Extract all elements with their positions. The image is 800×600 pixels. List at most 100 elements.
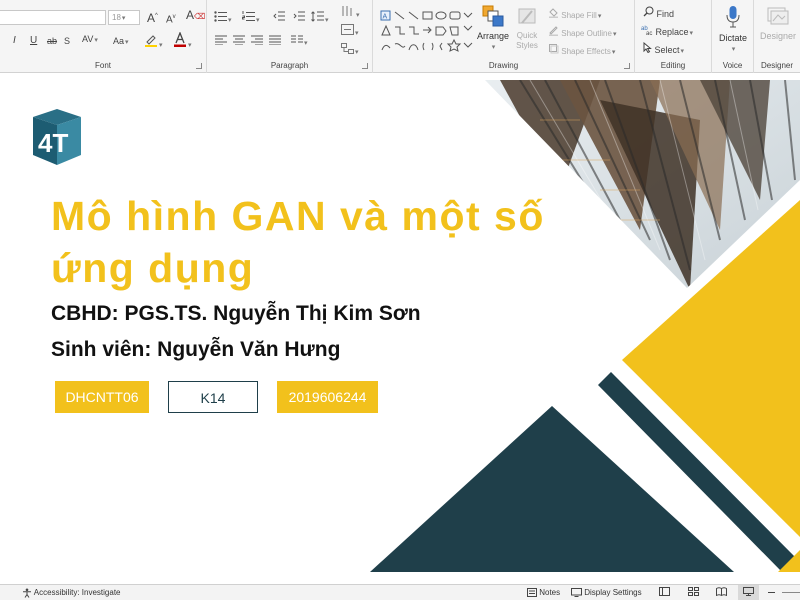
teal-triangle-shape [370, 406, 734, 572]
slide-sorter-button[interactable] [688, 587, 699, 599]
arrange-label: Arrange [476, 31, 510, 41]
shape-outline-button[interactable]: Shape Outline▾ [548, 25, 616, 41]
font-group: 18▾ A^ Av A⌫ I U ab S AV▾ Aa▾ ▾ ▾ Font [0, 0, 207, 73]
align-text-button[interactable]: ▾ [341, 24, 359, 40]
minus-icon [768, 592, 775, 594]
accessibility-status[interactable]: Accessibility: Investigate [22, 587, 120, 598]
class-tag[interactable]: DHCNTT06 [55, 381, 149, 413]
font-group-label: Font [94, 61, 111, 70]
smartart-icon [341, 43, 354, 54]
designer-group: Designer Designer [754, 0, 800, 73]
slide-background-graphics [370, 80, 800, 572]
slide-title[interactable]: Mô hình GAN và một số ứng dụng [51, 190, 611, 294]
decrease-indent-button[interactable] [273, 11, 285, 26]
designer-icon [767, 7, 789, 25]
logo-text: 4T [38, 128, 68, 158]
arrange-button[interactable]: Arrange ▾ [476, 5, 510, 51]
paragraph-group: ▾ ▾ ▾ ▾ ▾ ▾ ▾ Paragraph [207, 0, 373, 73]
font-size-value: 18 [112, 13, 121, 22]
cursor-arrow-icon [643, 41, 652, 54]
decrease-indent-icon [273, 11, 285, 21]
paragraph-group-label: Paragraph [270, 61, 309, 70]
increase-indent-button[interactable] [293, 11, 305, 26]
align-left-icon [215, 35, 227, 46]
slide-sorter-icon [688, 587, 699, 596]
justify-button[interactable] [269, 35, 281, 49]
notes-label: Notes [539, 588, 561, 597]
advisor-text[interactable]: CBHD: PGS.TS. Nguyễn Thị Kim Sơn [51, 302, 421, 326]
shapes-gallery-icons: A [380, 10, 473, 52]
dictate-button[interactable]: Dictate ▾ [714, 5, 752, 53]
text-direction-button[interactable]: ▾ [341, 5, 360, 22]
shape-fill-button[interactable]: Shape Fill▾ [548, 7, 601, 23]
shapes-gallery[interactable]: A [380, 10, 474, 54]
font-color-button[interactable]: ▾ [173, 31, 192, 52]
reading-view-button[interactable] [716, 587, 727, 599]
align-right-icon [251, 35, 263, 46]
slide-canvas[interactable]: 4T Mô hình GAN và một số ứng dụng CBHD: … [0, 80, 800, 572]
svg-text:A: A [383, 14, 388, 21]
highlighter-icon [145, 35, 157, 47]
align-center-button[interactable] [233, 35, 245, 49]
italic-button[interactable]: I [13, 35, 16, 47]
underline-button[interactable]: U [30, 35, 37, 47]
text-direction-icon [342, 6, 352, 16]
line-spacing-button[interactable]: ▾ [311, 11, 329, 27]
student-text[interactable]: Sinh viên: Nguyễn Văn Hưng [51, 338, 340, 362]
find-button[interactable]: Find [643, 6, 674, 20]
display-settings-button[interactable]: Display Settings [571, 587, 642, 598]
text-shadow-button[interactable]: S [64, 35, 70, 47]
notes-button[interactable]: Notes [527, 587, 560, 598]
zoom-slider[interactable] [782, 592, 800, 593]
align-right-button[interactable] [251, 35, 263, 49]
ribbon: 18▾ A^ Av A⌫ I U ab S AV▾ Aa▾ ▾ ▾ Font ▾… [0, 0, 800, 73]
voice-group: Dictate ▾ Voice [712, 0, 754, 73]
columns-icon [291, 35, 303, 43]
drawing-group-label: Drawing [488, 61, 519, 70]
strikethrough-button[interactable]: ab [47, 35, 57, 47]
normal-view-icon [659, 587, 670, 596]
designer-button[interactable]: Designer [758, 5, 798, 41]
font-size-combo[interactable]: 18▾ [108, 10, 140, 25]
display-settings-icon [571, 588, 582, 598]
increase-indent-icon [293, 11, 305, 21]
voice-group-label: Voice [722, 61, 743, 70]
numbering-button[interactable]: ▾ [242, 11, 260, 27]
status-bar: Accessibility: Investigate Notes Display… [0, 584, 800, 600]
select-button[interactable]: Select▾ [643, 41, 684, 58]
decrease-font-size-button[interactable]: Av [166, 11, 176, 26]
align-text-icon [341, 24, 354, 35]
shape-outline-label: Shape Outline [561, 29, 612, 38]
shape-effects-button[interactable]: Shape Effects▾ [548, 43, 615, 59]
font-dialog-launcher[interactable] [196, 63, 202, 69]
accessibility-label: Accessibility: Investigate [33, 588, 121, 597]
pen-icon [549, 26, 558, 36]
cohort-tag[interactable]: K14 [168, 381, 258, 413]
highlight-color-button[interactable]: ▾ [144, 33, 163, 52]
font-name-combo[interactable] [0, 10, 106, 25]
smartart-button[interactable]: ▾ [341, 43, 359, 59]
increase-font-size-button[interactable]: A^ [147, 10, 158, 24]
drawing-group: A Arrange ▾ Quick Styles Shape Fill▾ Sha… [373, 0, 635, 73]
paragraph-dialog-launcher[interactable] [362, 63, 368, 69]
quick-styles-button[interactable]: Quick Styles [513, 5, 541, 51]
justify-icon [269, 35, 281, 46]
replace-button[interactable]: ab ac Replace▾ [641, 24, 693, 40]
student-id-tag[interactable]: 2019606244 [277, 381, 378, 413]
align-left-button[interactable] [215, 35, 227, 49]
zoom-out-button[interactable] [768, 587, 775, 598]
drawing-dialog-launcher[interactable] [624, 63, 630, 69]
slide-show-button[interactable] [738, 585, 759, 600]
font-color-icon [174, 31, 186, 47]
quick-styles-label: Quick Styles [516, 31, 538, 50]
microphone-icon [726, 6, 740, 28]
bullets-button[interactable]: ▾ [214, 11, 232, 27]
slide-title-line-2: ứng dụng [51, 245, 255, 291]
clear-formatting-button[interactable]: A⌫ [186, 9, 205, 23]
replace-label: Replace [655, 27, 689, 37]
dictate-label: Dictate [718, 33, 747, 43]
character-spacing-button[interactable]: AV▾ [82, 33, 98, 47]
normal-view-button[interactable] [659, 587, 670, 599]
columns-button[interactable]: ▾ [291, 35, 308, 50]
change-case-button[interactable]: Aa▾ [113, 35, 129, 49]
